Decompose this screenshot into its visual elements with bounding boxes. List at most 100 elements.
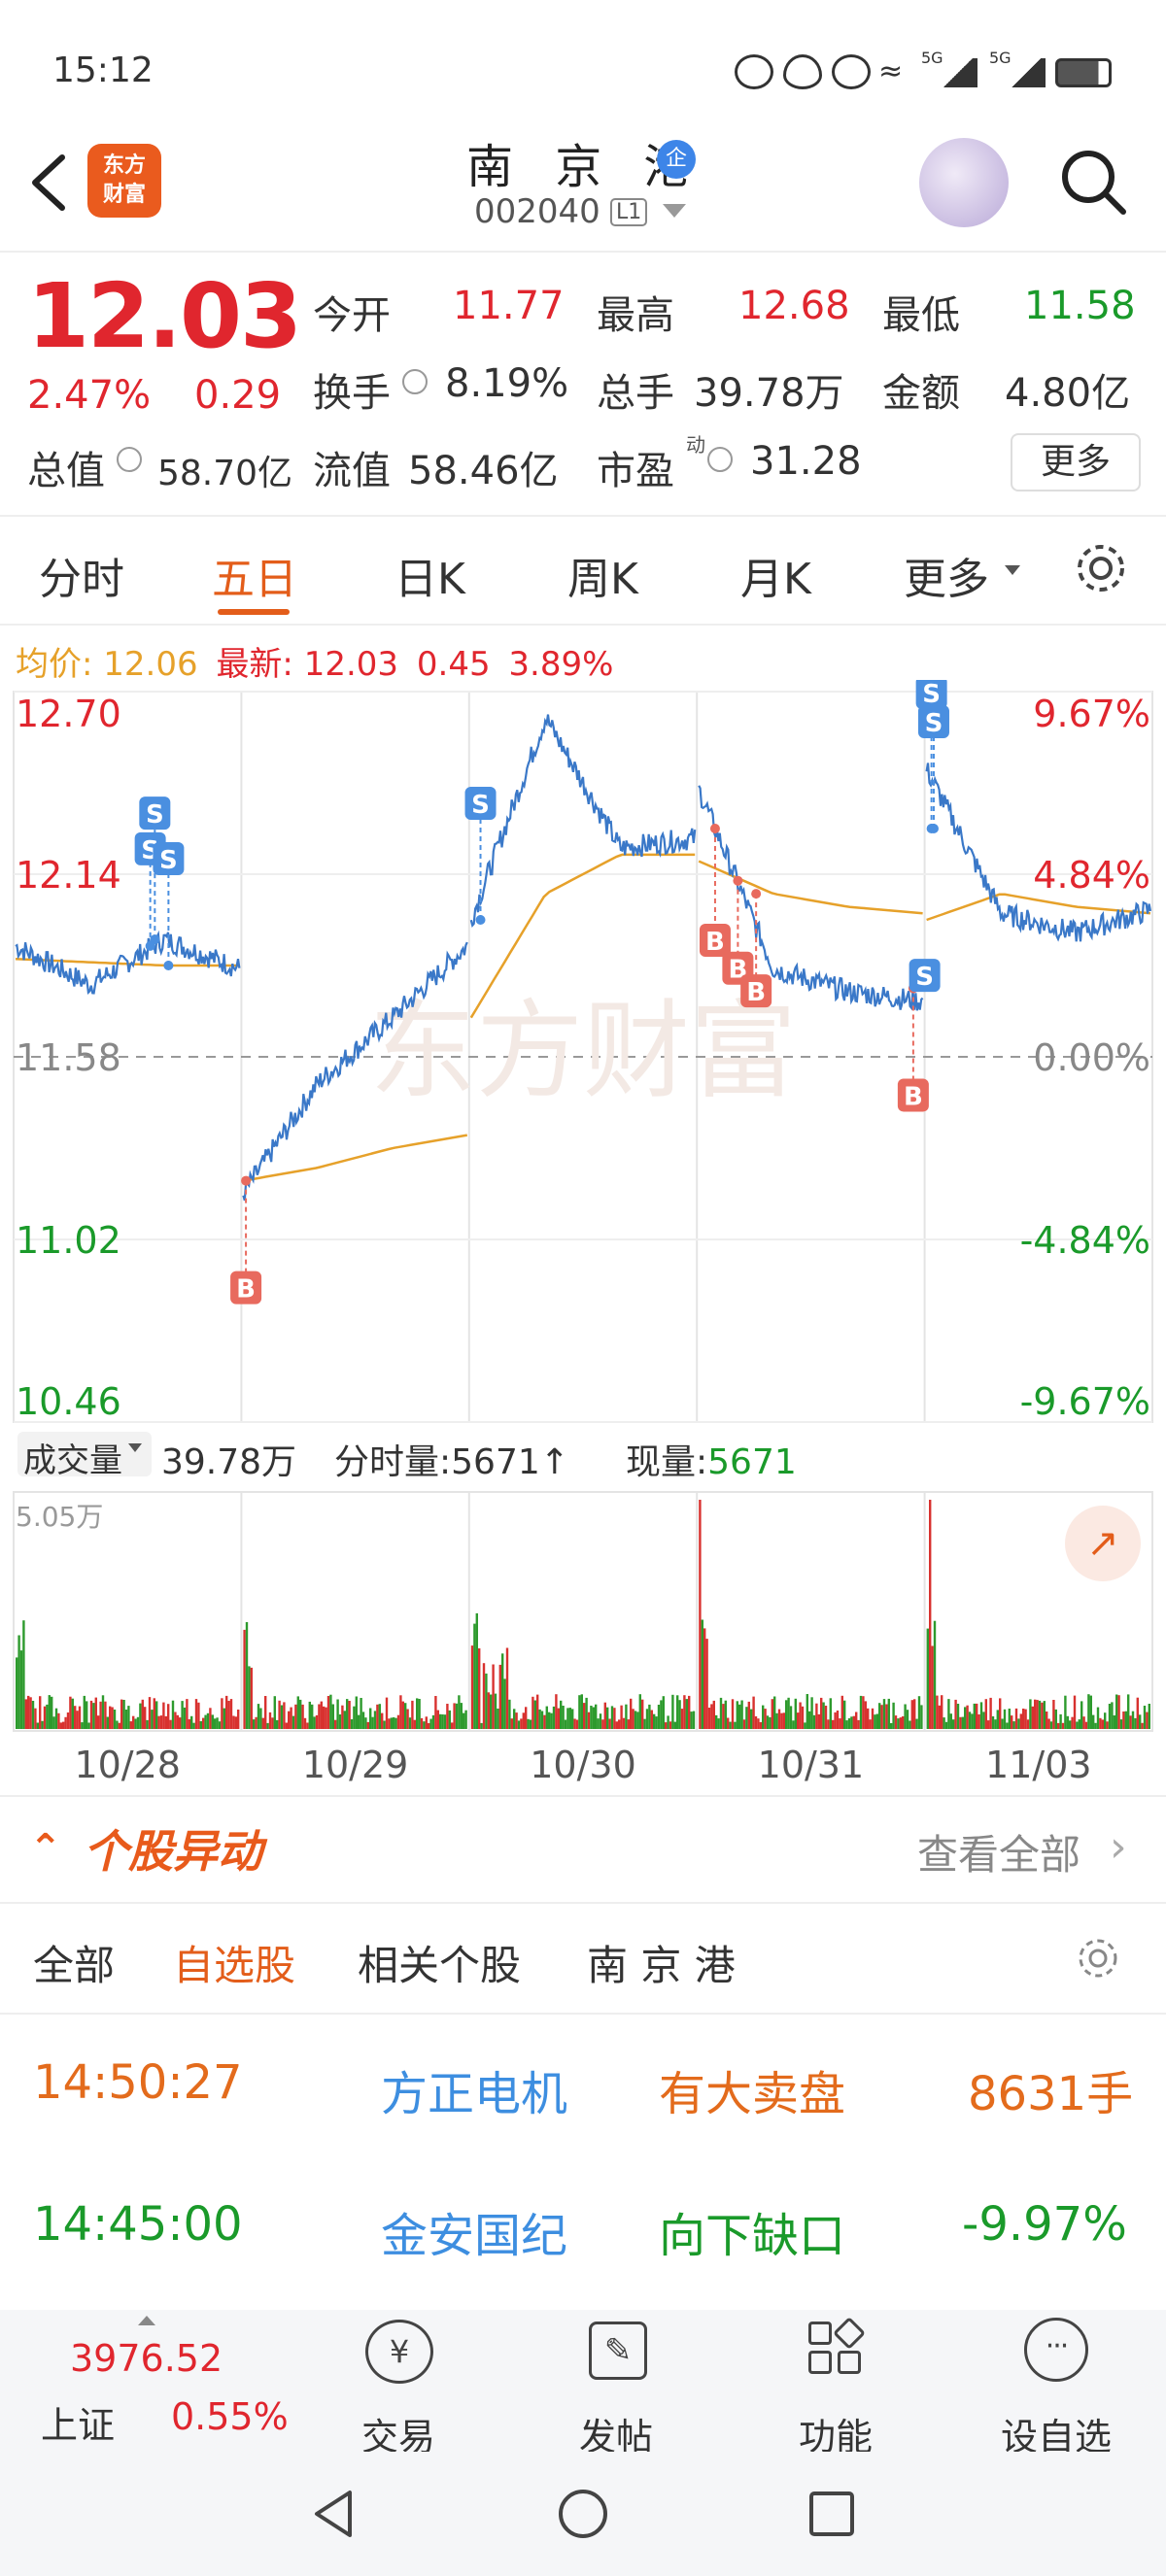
volume-bar: [680, 1709, 684, 1729]
volume-bar: [764, 1709, 767, 1729]
nav-home-icon[interactable]: [556, 2487, 610, 2541]
move-stock-name[interactable]: 金安国纪: [381, 2197, 567, 2265]
volume-bar: [931, 1645, 934, 1729]
open-value: 11.77: [453, 284, 565, 328]
volume-bar: [48, 1695, 51, 1729]
volume-bar: [159, 1715, 163, 1729]
volume-bar: [271, 1717, 274, 1729]
float-value: 58.46亿: [408, 449, 559, 493]
app-logo[interactable]: 东方 财富: [87, 144, 161, 218]
volume-bar: [882, 1699, 886, 1729]
volume-bar: [134, 1718, 137, 1729]
volume-bar: [864, 1701, 867, 1729]
volume-bar: [875, 1713, 878, 1729]
volume-bar: [762, 1705, 765, 1729]
y-axis-label-right: 0.00%: [1033, 1036, 1150, 1079]
volume-bar: [959, 1716, 962, 1729]
search-icon[interactable]: [1057, 146, 1129, 218]
filter-stock[interactable]: 南 京 港: [587, 1933, 736, 1992]
info-icon[interactable]: [707, 447, 733, 472]
volume-bar: [1034, 1699, 1037, 1729]
tab-weekly-k[interactable]: 周K: [567, 544, 638, 606]
function-grid-icon[interactable]: [808, 2317, 867, 2380]
chevron-right-icon[interactable]: ›: [1110, 1822, 1127, 1872]
volume-bar: [568, 1708, 571, 1729]
avg-value: 12.06: [103, 645, 198, 684]
volume-bar: [179, 1717, 182, 1729]
volume-bar: [404, 1703, 407, 1729]
robot-assistant-icon[interactable]: [919, 138, 1009, 227]
volume-bar: [929, 1500, 932, 1729]
volume-bar: [759, 1722, 762, 1729]
post-edit-icon[interactable]: ✎: [589, 2322, 647, 2380]
volume-bar: [1012, 1721, 1015, 1729]
volume-bar: [1104, 1712, 1107, 1729]
volume-bar: [1059, 1713, 1062, 1729]
volume-bar: [520, 1718, 523, 1729]
volume-bar: [989, 1697, 992, 1729]
back-icon[interactable]: [21, 144, 80, 221]
info-icon[interactable]: [402, 369, 428, 394]
collapse-chevron-icon[interactable]: ⌃: [29, 1826, 62, 1871]
index-value[interactable]: 3976.52: [70, 2337, 223, 2380]
settings-gear-icon[interactable]: [1073, 540, 1129, 596]
index-name[interactable]: 上证: [41, 2395, 115, 2449]
tab-daily-k[interactable]: 日K: [394, 544, 465, 606]
volume-bar: [51, 1696, 53, 1729]
volume-bar: [548, 1712, 551, 1729]
volume-bar: [987, 1720, 990, 1729]
volume-bar: [527, 1718, 530, 1729]
view-all-link[interactable]: 查看全部: [917, 1822, 1080, 1881]
nav-back-icon[interactable]: [309, 2487, 358, 2541]
tab-intraday[interactable]: 分时: [39, 544, 124, 606]
caret-up-icon[interactable]: [138, 2316, 155, 2325]
expand-icon[interactable]: ↗: [1065, 1506, 1141, 1581]
volume-bar: [383, 1720, 386, 1729]
volume-bar: [369, 1708, 372, 1729]
volume-bar: [57, 1712, 60, 1729]
settings-gear-icon[interactable]: [1075, 1935, 1121, 1982]
volume-bar: [232, 1715, 235, 1729]
filter-related[interactable]: 相关个股: [358, 1933, 521, 1992]
volume-bar: [817, 1713, 820, 1729]
volume-bar: [216, 1717, 219, 1729]
volume-bar: [657, 1705, 661, 1729]
volume-bar: [490, 1694, 493, 1729]
volume-bar: [288, 1711, 291, 1729]
volume-bar: [494, 1693, 497, 1729]
volume-bar: [550, 1712, 553, 1729]
volume-bar: [1019, 1713, 1022, 1729]
volume-bar: [1131, 1711, 1135, 1729]
tab-more[interactable]: 更多: [904, 544, 989, 606]
volume-bar: [892, 1702, 895, 1729]
volume-bar: [636, 1712, 639, 1729]
volume-bar: [204, 1714, 207, 1729]
open-label: 今开: [313, 293, 391, 338]
index-pct[interactable]: 0.55%: [171, 2395, 289, 2438]
volume-bar: [218, 1721, 222, 1729]
volume-bar: [1141, 1722, 1144, 1729]
filter-all[interactable]: 全部: [33, 1933, 115, 1992]
tab-five-day[interactable]: 五日: [212, 544, 297, 606]
volume-bar: [747, 1701, 750, 1729]
volume-bar: [926, 1628, 929, 1729]
nav-recents-icon[interactable]: [806, 2489, 857, 2539]
trade-icon[interactable]: ¥: [365, 2320, 433, 2384]
volume-bar: [994, 1719, 997, 1729]
volume-bar: [785, 1700, 788, 1729]
more-dots-icon[interactable]: ···: [1024, 2318, 1088, 2382]
filter-watchlist[interactable]: 自选股: [173, 1933, 295, 1992]
volume-bar: [127, 1706, 130, 1729]
more-button[interactable]: 更多: [1011, 433, 1141, 491]
volume-dropdown[interactable]: 成交量: [17, 1432, 152, 1480]
volume-bar: [1143, 1706, 1147, 1729]
current-price: 12.03: [27, 264, 302, 368]
tab-monthly-k[interactable]: 月K: [740, 544, 811, 606]
volume-bar: [234, 1716, 237, 1729]
volume-bar: [1122, 1712, 1125, 1729]
move-stock-name[interactable]: 方正电机: [381, 2055, 567, 2123]
info-icon[interactable]: [117, 447, 142, 472]
five-day-chart[interactable]: 东方财富 SS SBSBBBBSSS 12.70 9.67%12.14 4.84%11…: [0, 680, 1166, 1797]
chevron-down-icon[interactable]: [663, 204, 686, 218]
volume-bar: [913, 1699, 916, 1729]
